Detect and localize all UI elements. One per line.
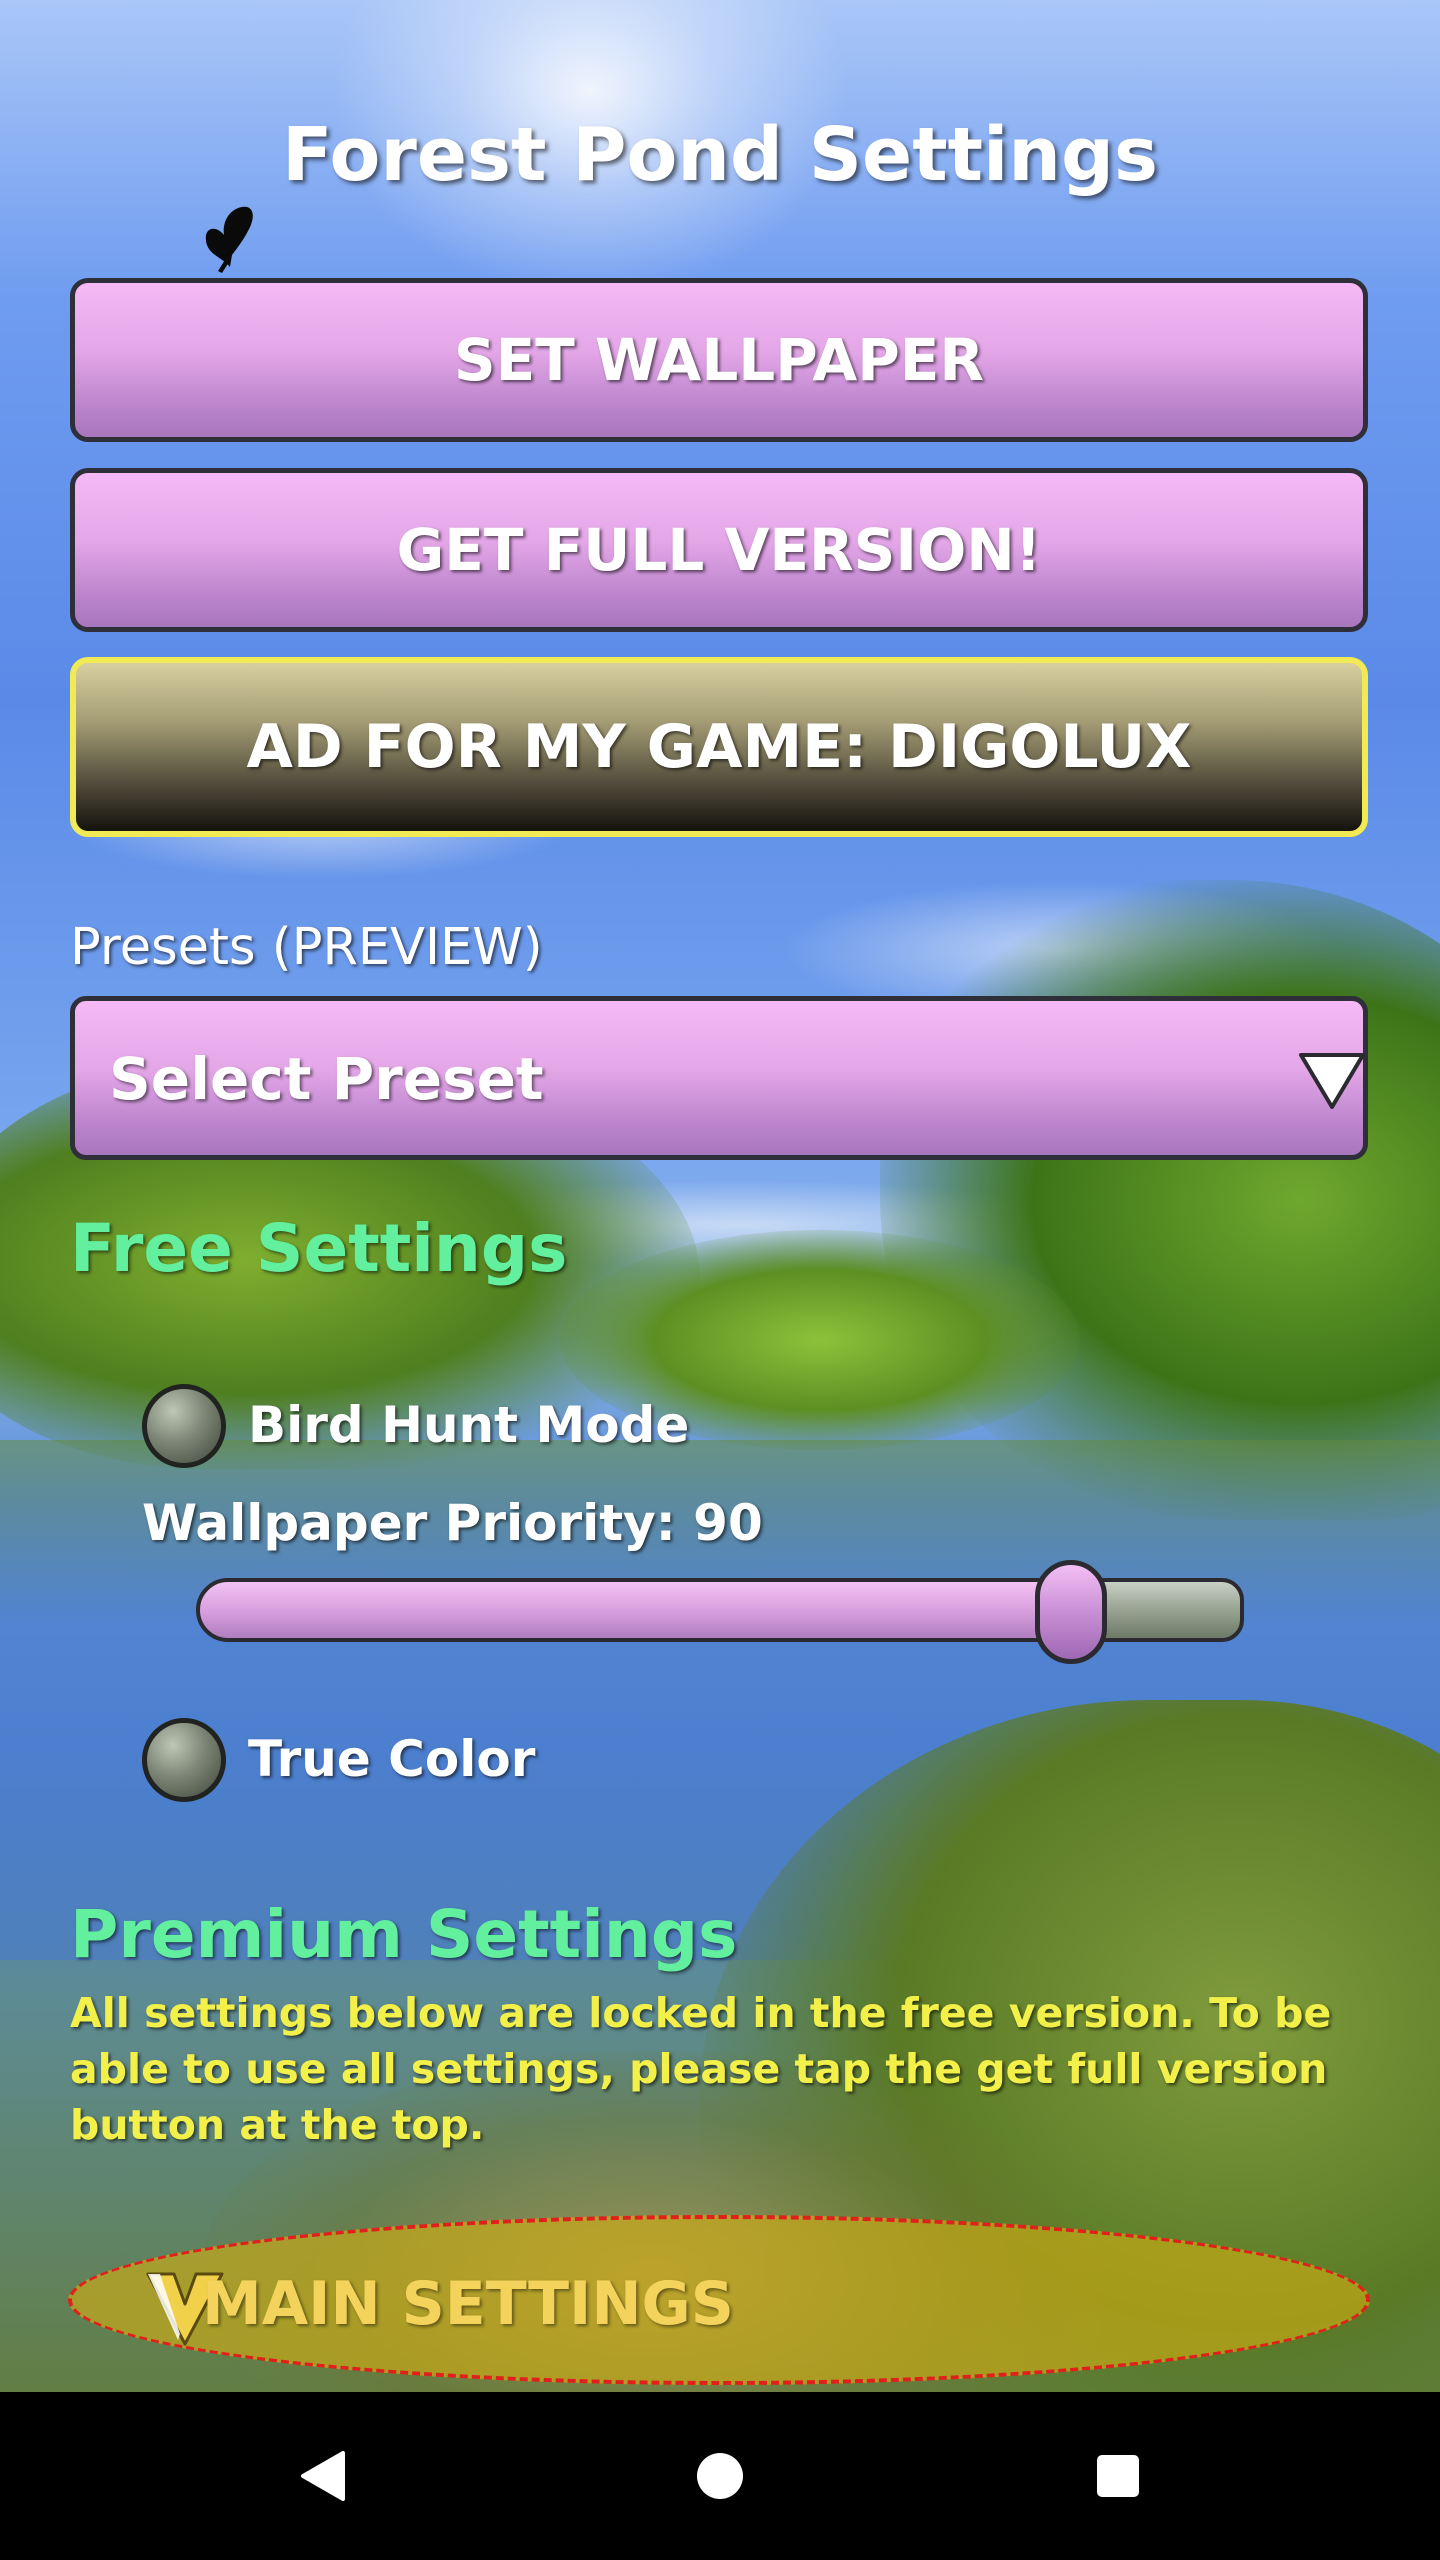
slider-thumb[interactable] [1035, 1560, 1107, 1664]
slider-track-filled [196, 1578, 1071, 1642]
main-settings-expander[interactable]: MAIN SETTINGS [68, 2215, 1370, 2385]
get-full-version-button[interactable]: GET FULL VERSION! [70, 468, 1368, 632]
set-wallpaper-button[interactable]: SET WALLPAPER [70, 278, 1368, 442]
preset-select[interactable]: Select Preset [70, 996, 1368, 1160]
wallpaper-priority-slider[interactable] [196, 1560, 1244, 1664]
true-color-radio[interactable] [142, 1718, 226, 1802]
premium-settings-heading: Premium Settings [70, 1896, 738, 1973]
android-navigation-bar [0, 2392, 1440, 2560]
nav-back-button[interactable] [282, 2436, 362, 2516]
back-triangle-icon [301, 2451, 345, 2501]
wallpaper-priority-label: Wallpaper Priority: 90 [142, 1494, 763, 1552]
free-settings-heading: Free Settings [70, 1210, 568, 1287]
premium-description: All settings below are locked in the fre… [70, 1989, 1332, 2149]
ad-digolux-button[interactable]: AD FOR MY GAME: DIGOLUX [70, 657, 1368, 837]
preset-select-value: Select Preset [109, 1045, 544, 1113]
butterfly-icon [205, 206, 253, 273]
nav-home-button[interactable] [680, 2436, 760, 2516]
nav-recents-button[interactable] [1078, 2436, 1158, 2516]
presets-label: Presets (PREVIEW) [70, 918, 543, 977]
triangle-down-icon [1299, 1053, 1365, 1109]
bird-hunt-mode-radio[interactable] [142, 1384, 226, 1468]
main-settings-label: MAIN SETTINGS [202, 2269, 735, 2339]
home-circle-icon [697, 2453, 743, 2499]
true-color-label[interactable]: True Color [248, 1730, 535, 1788]
page-title: Forest Pond Settings [281, 112, 1159, 198]
recents-square-icon [1097, 2455, 1139, 2497]
bird-hunt-mode-label[interactable]: Bird Hunt Mode [248, 1396, 689, 1454]
